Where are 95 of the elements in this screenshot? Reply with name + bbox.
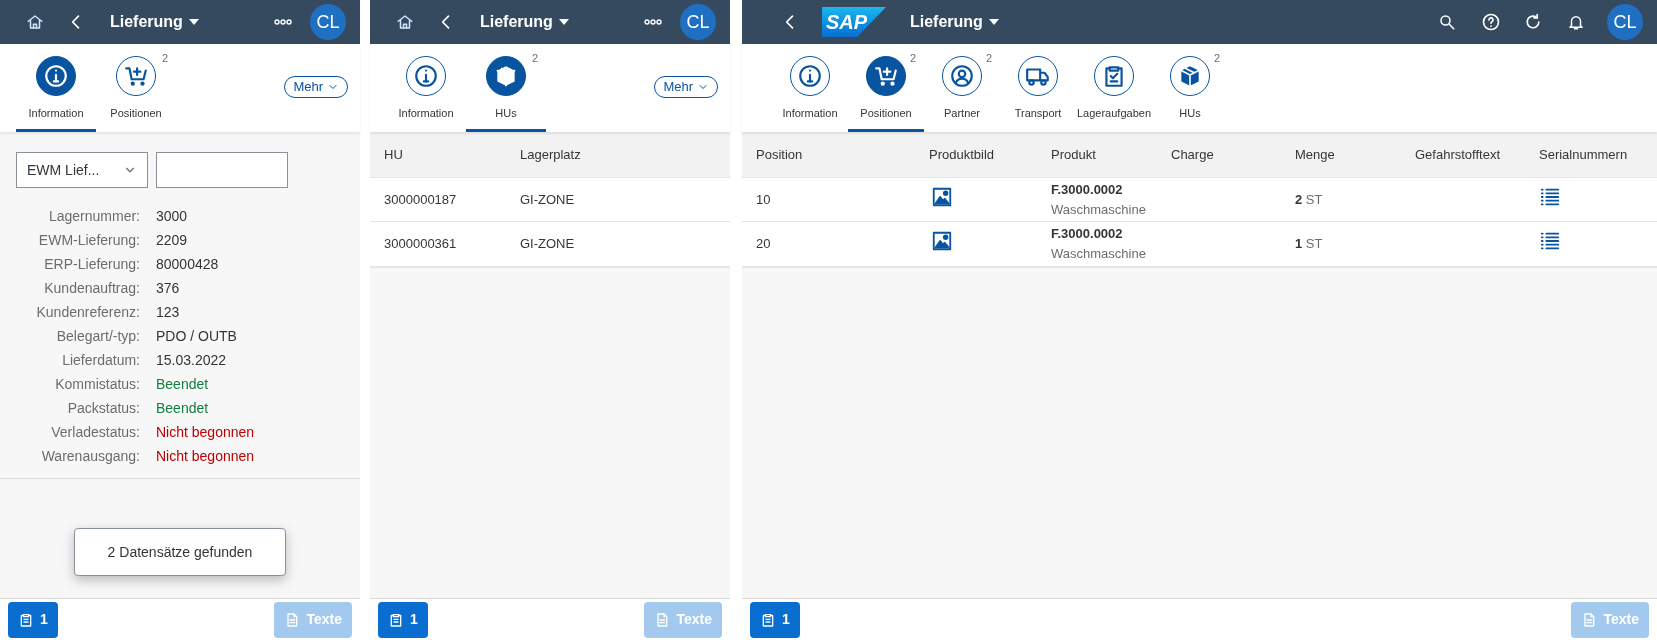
- overflow-icon[interactable]: [274, 19, 292, 25]
- product-name: Waschmaschine: [1051, 200, 1147, 219]
- home-icon[interactable]: [26, 13, 44, 31]
- field-label: Kundenauftrag:: [43, 279, 140, 298]
- image-icon[interactable]: [931, 230, 953, 253]
- home-icon[interactable]: [396, 13, 414, 31]
- column-header: Produktbild: [929, 145, 996, 164]
- field-label: Kundenreferenz:: [35, 303, 140, 322]
- caret-icon: [188, 19, 199, 25]
- search-icon[interactable]: [1438, 13, 1456, 31]
- quantity: 1 ST: [1295, 235, 1324, 254]
- refresh-icon[interactable]: [1523, 12, 1543, 32]
- field-label: Lagernummer:: [47, 207, 140, 226]
- toast-message: 2 Datensätze gefunden: [74, 528, 286, 576]
- field-value: Nicht begonnen: [156, 447, 256, 466]
- select-field[interactable]: EWM Lief...: [16, 152, 148, 188]
- input-field[interactable]: [156, 152, 288, 188]
- tab[interactable]: Information: [386, 44, 466, 132]
- image-icon[interactable]: [931, 185, 953, 208]
- count-button[interactable]: 1: [8, 601, 58, 638]
- logo: SAP: [822, 7, 886, 37]
- field-value: Beendet: [156, 375, 210, 394]
- field-label: Warenausgang:: [40, 447, 140, 466]
- product-id: F.3000.0002: [1051, 180, 1124, 199]
- count-label: 2: [985, 51, 992, 66]
- product-id: F.3000.0002: [1051, 225, 1124, 243]
- overflow-icon[interactable]: [644, 19, 662, 25]
- count-label: 2: [909, 51, 916, 66]
- table-cell-text: 20: [756, 235, 772, 254]
- bell-icon[interactable]: [1567, 13, 1585, 31]
- field-value: Nicht begonnen: [156, 423, 256, 442]
- field-label: Belegart/-typ:: [55, 327, 140, 346]
- help-icon[interactable]: [1481, 12, 1501, 32]
- cart-icon: [116, 56, 156, 96]
- person-icon: [942, 56, 982, 96]
- field-label: Lieferdatum:: [61, 351, 140, 370]
- truck-icon: [1018, 56, 1058, 96]
- field-value: 2209: [156, 231, 189, 250]
- tab[interactable]: Lageraufgaben: [1076, 44, 1152, 132]
- field-value: 123: [156, 303, 181, 322]
- field-value: 80000428: [156, 255, 220, 274]
- avatar[interactable]: CL: [310, 4, 346, 40]
- table-cell-text: 3000000361: [384, 235, 458, 254]
- table-cell-text: GI-ZONE: [520, 235, 576, 254]
- field-value: 376: [156, 279, 181, 298]
- count-label: 2: [531, 51, 538, 66]
- field-label: Packstatus:: [66, 399, 140, 418]
- product-name: Waschmaschine: [1051, 245, 1147, 263]
- clipboard-icon: [18, 611, 34, 628]
- column-header: Produkt: [1051, 145, 1097, 164]
- table-cell-text: GI-ZONE: [520, 190, 576, 209]
- avatar[interactable]: CL: [680, 4, 716, 40]
- info-icon: [36, 56, 76, 96]
- cart-icon: [866, 56, 906, 96]
- field-value: Beendet: [156, 399, 210, 418]
- count-button[interactable]: 1: [750, 601, 800, 638]
- tab[interactable]: Transport: [1000, 44, 1076, 132]
- clipboard-icon: [1094, 56, 1134, 96]
- caret-icon: [988, 19, 999, 25]
- field-value: 3000: [156, 207, 189, 226]
- count-label: 2: [161, 51, 168, 66]
- field-value: 15.03.2022: [156, 351, 228, 370]
- title-menu[interactable]: Lieferung: [480, 10, 569, 34]
- column-header: Position: [756, 145, 804, 164]
- info-icon: [790, 56, 830, 96]
- cube-icon: [486, 56, 526, 96]
- cube-icon: [1170, 56, 1210, 96]
- title-menu[interactable]: Lieferung: [910, 10, 999, 34]
- count-button[interactable]: 1: [378, 601, 428, 638]
- avatar[interactable]: CL: [1607, 4, 1643, 40]
- field-label: Kommistatus:: [54, 375, 140, 394]
- tab[interactable]: Information: [772, 44, 848, 132]
- info-icon: [406, 56, 446, 96]
- field-value: PDO / OUTB: [156, 327, 238, 346]
- count-label: 2: [1213, 51, 1220, 66]
- tab[interactable]: 2 Positionen: [96, 44, 176, 132]
- column-header: Serialnummern: [1539, 145, 1629, 164]
- table-cell-text: 3000000187: [384, 190, 458, 209]
- tab[interactable]: 2 HUs: [1152, 44, 1228, 132]
- tab[interactable]: 2 Partner: [924, 44, 1000, 132]
- field-label: ERP-Lieferung:: [43, 255, 140, 274]
- title-menu[interactable]: Lieferung: [110, 10, 199, 34]
- column-header: HU: [384, 145, 404, 164]
- caret-icon: [558, 19, 569, 25]
- column-header: Gefahrstofftext: [1415, 145, 1502, 164]
- quantity: 2 ST: [1295, 190, 1324, 209]
- field-label: EWM-Lieferung:: [37, 231, 140, 250]
- clipboard-icon: [760, 611, 776, 628]
- column-header: Charge: [1171, 145, 1215, 164]
- column-header: Lagerplatz: [520, 145, 582, 164]
- column-header: Menge: [1295, 145, 1336, 164]
- field-label: Verladestatus:: [50, 423, 140, 442]
- table-cell-text: 10: [756, 190, 772, 209]
- clipboard-icon: [388, 611, 404, 628]
- tab[interactable]: Information: [16, 44, 96, 132]
